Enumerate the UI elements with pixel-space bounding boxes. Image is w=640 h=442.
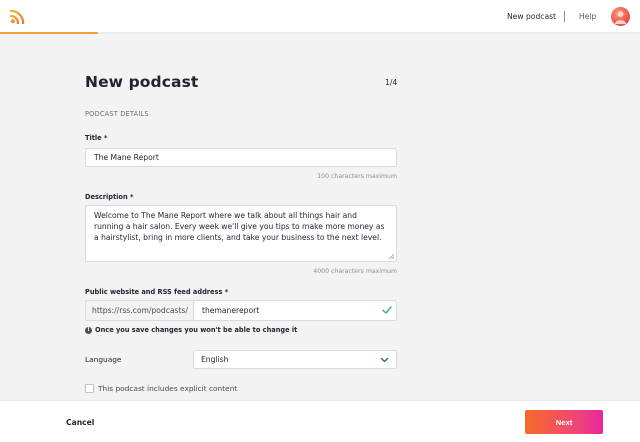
cancel-button[interactable]: Cancel <box>66 418 94 427</box>
info-icon: i <box>85 326 92 334</box>
url-warning-text: Once you save changes you won't be able … <box>95 326 298 334</box>
title-input[interactable]: The Mane Report <box>85 148 397 167</box>
url-label: Public website and RSS feed address * <box>85 288 229 296</box>
nav-help[interactable]: Help <box>579 12 596 21</box>
avatar[interactable] <box>611 7 630 26</box>
page-title: New podcast <box>85 73 199 91</box>
explicit-checkbox[interactable] <box>85 384 94 393</box>
language-label: Language <box>85 355 122 364</box>
url-warning: i Once you save changes you won't be abl… <box>85 326 297 334</box>
progress-bar-fill <box>0 32 98 34</box>
description-value: Welcome to The Mane Report where we talk… <box>94 211 385 242</box>
title-input-value: The Mane Report <box>94 153 159 162</box>
language-select-value: English <box>201 355 229 364</box>
rss-icon[interactable] <box>10 9 25 24</box>
url-slug-input[interactable]: themanereport <box>193 300 397 321</box>
explicit-label[interactable]: This podcast includes explicit content <box>98 384 237 393</box>
footer-bar: Cancel Next <box>0 400 640 442</box>
chevron-down-icon <box>380 357 389 363</box>
url-prefix: https://rss.com/podcasts/ <box>85 300 193 321</box>
check-icon <box>382 306 392 314</box>
progress-bar <box>0 32 640 34</box>
language-select[interactable]: English <box>193 350 397 369</box>
nav-new-podcast[interactable]: New podcast <box>507 12 556 21</box>
title-label: Title * <box>85 134 108 142</box>
resize-grip-icon[interactable] <box>388 253 394 259</box>
top-bar: New podcast Help <box>0 0 640 34</box>
description-label: Description * <box>85 193 134 201</box>
url-slug-value: themanereport <box>202 306 260 315</box>
description-textarea[interactable]: Welcome to The Mane Report where we talk… <box>85 205 397 262</box>
user-icon <box>615 11 626 24</box>
step-indicator: 1/4 <box>385 78 398 87</box>
nav-divider <box>564 11 565 22</box>
title-hint: 100 characters maximum <box>317 173 397 180</box>
description-hint: 4000 characters maximum <box>313 268 397 275</box>
section-heading: PODCAST DETAILS <box>85 110 149 118</box>
next-button[interactable]: Next <box>525 410 603 434</box>
